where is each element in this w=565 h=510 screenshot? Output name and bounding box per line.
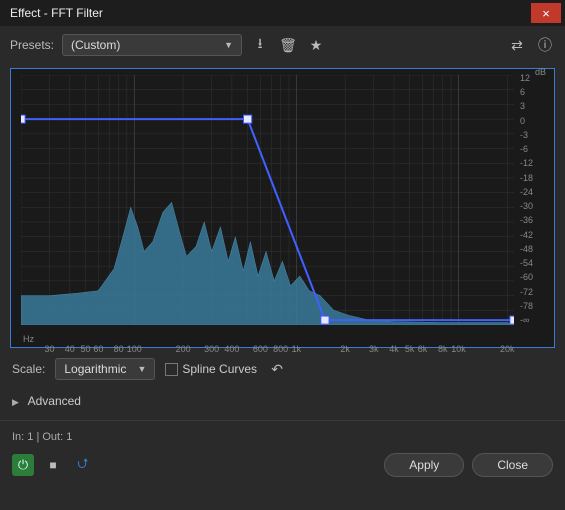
close-icon: × — [542, 6, 550, 21]
chevron-down-icon: ▼ — [224, 40, 233, 50]
presets-value: (Custom) — [71, 38, 120, 52]
presets-dropdown[interactable]: (Custom) ▼ — [62, 34, 242, 56]
scale-label: Scale: — [12, 362, 45, 376]
close-button[interactable]: Close — [472, 453, 553, 477]
delete-preset-button[interactable]: 🗑 — [278, 35, 298, 55]
window-title: Effect - FFT Filter — [10, 6, 103, 20]
io-status: In: 1 | Out: 1 — [0, 423, 565, 447]
preset-toolbar: Presets: (Custom) ▼ ⭳ 🗑 ★ ⇄ ⓘ — [0, 26, 565, 64]
scale-value: Logarithmic — [64, 362, 126, 376]
scale-dropdown[interactable]: Logarithmic ▼ — [55, 358, 155, 380]
scale-controls: Scale: Logarithmic ▼ Spline Curves ↶ — [0, 348, 565, 390]
presets-label: Presets: — [10, 38, 54, 52]
power-icon: ⏻ — [18, 457, 28, 473]
favorite-button[interactable]: ★ — [306, 35, 326, 55]
checkbox-icon — [165, 363, 178, 376]
x-axis-unit: Hz — [23, 334, 34, 344]
io-text: In: 1 | Out: 1 — [12, 431, 72, 443]
share-icon: ⮍ — [77, 453, 88, 477]
footer: ⏻ ■ ⮍ Apply Close — [0, 447, 565, 487]
y-axis: dB 12630-3-6-12-18-24-30-36-42-48-54-60-… — [516, 69, 552, 329]
stop-icon: ■ — [49, 458, 56, 472]
divider — [0, 420, 565, 421]
apply-button[interactable]: Apply — [384, 453, 464, 477]
spline-label: Spline Curves — [182, 362, 257, 376]
download-icon: ⭳ — [258, 33, 263, 57]
power-toggle-button[interactable]: ⏻ — [12, 454, 34, 476]
export-button[interactable]: ⮍ — [72, 454, 94, 476]
save-preset-button[interactable]: ⭳ — [250, 35, 270, 55]
reset-button[interactable]: ↶ — [267, 359, 287, 379]
close-window-button[interactable]: × — [531, 3, 561, 23]
plot-area[interactable] — [21, 75, 514, 325]
advanced-toggle[interactable]: ▶ Advanced — [0, 390, 565, 418]
chevron-down-icon: ▼ — [137, 364, 146, 374]
channel-route-button[interactable]: ⇄ — [507, 35, 527, 55]
route-icon: ⇄ — [511, 37, 523, 54]
undo-icon: ↶ — [271, 361, 283, 378]
titlebar: Effect - FFT Filter × — [0, 0, 565, 26]
fft-chart[interactable]: dB 12630-3-6-12-18-24-30-36-42-48-54-60-… — [10, 68, 555, 348]
chevron-right-icon: ▶ — [12, 397, 19, 407]
stop-preview-button[interactable]: ■ — [42, 454, 64, 476]
trash-icon: 🗑 — [279, 37, 297, 54]
spline-checkbox[interactable]: Spline Curves — [165, 362, 257, 376]
star-icon: ★ — [310, 37, 323, 54]
y-axis-unit: dB — [535, 67, 546, 77]
info-icon: ⓘ — [538, 35, 552, 55]
advanced-label: Advanced — [28, 394, 81, 408]
info-button[interactable]: ⓘ — [535, 35, 555, 55]
